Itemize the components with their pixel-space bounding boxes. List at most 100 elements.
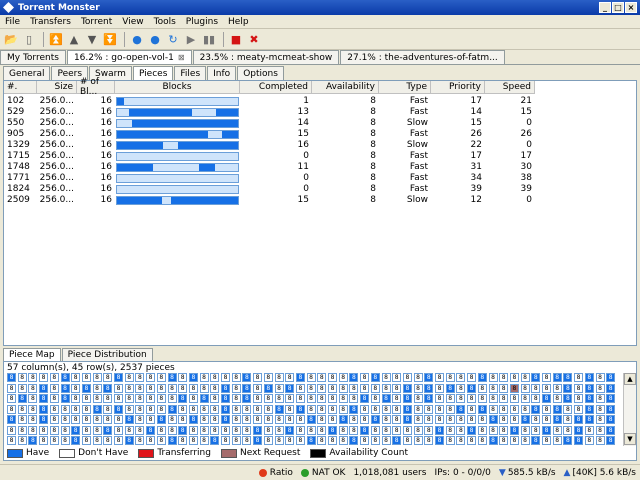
menu-torrent[interactable]: Torrent (76, 17, 117, 27)
menu-help[interactable]: Help (223, 17, 254, 27)
refresh-button[interactable]: ↻ (165, 32, 181, 48)
piece-cell: 8 (338, 394, 348, 403)
menu-tools[interactable]: Tools (149, 17, 181, 27)
column-header-7[interactable]: Priority (431, 81, 485, 94)
queue-down-button[interactable]: ▼ (84, 32, 100, 48)
tab-options[interactable]: Options (237, 66, 284, 80)
piece-cell: 8 (402, 383, 412, 393)
piece-cell: 8 (285, 404, 295, 414)
piece-cell: 8 (135, 404, 145, 414)
close-button[interactable]: × (625, 2, 637, 13)
tab-info[interactable]: Info (207, 66, 237, 80)
column-header-0[interactable]: #. (4, 81, 37, 94)
piece-cell: 8 (71, 436, 81, 445)
minimize-button[interactable]: _ (599, 2, 611, 13)
tab-piece-distribution[interactable]: Piece Distribution (61, 348, 153, 361)
cell-completed: 14 (297, 117, 309, 128)
menu-plugins[interactable]: Plugins (181, 17, 223, 27)
piece-cell: 8 (392, 415, 402, 424)
new-button[interactable]: ▯ (21, 32, 37, 48)
tab-piece-map[interactable]: Piece Map (3, 348, 61, 361)
tab-general[interactable]: General (3, 66, 51, 80)
table-row[interactable]: 550 256.0... 16 14 8 Slow 15 0 (4, 117, 535, 128)
torrent-tab-0[interactable]: My Torrents (0, 50, 66, 64)
start-icon: ● (132, 33, 142, 46)
status-nat[interactable]: NAT OK (300, 468, 345, 478)
table-row[interactable]: 102 256.0... 16 1 8 Fast 17 21 (4, 95, 535, 106)
table-row[interactable]: 1715 256.0... 16 0 8 Fast 17 17 (4, 150, 535, 161)
cell-speed: 0 (526, 194, 532, 205)
piece-cell: 8 (81, 415, 91, 424)
table-row[interactable]: 1824 256.0... 16 0 8 Fast 39 39 (4, 183, 535, 194)
stop-red-button[interactable]: ■ (228, 32, 244, 48)
block-segment-have (177, 141, 238, 149)
cell-completed: 1 (303, 95, 309, 106)
piece-cell: 8 (124, 373, 134, 382)
queue-up-button[interactable]: ▲ (66, 32, 82, 48)
table-row[interactable]: 529 256.0... 16 13 8 Fast 14 15 (4, 106, 535, 117)
cell-priority: 15 (470, 117, 482, 128)
torrent-tab-1[interactable]: 16.2% : go-open-vol-1 ⊠ (66, 50, 192, 64)
piece-map-grid[interactable]: 8888888888888888888888888888888888888888… (7, 373, 619, 446)
piece-cell: 8 (274, 373, 284, 382)
column-header-5[interactable]: Availability (312, 81, 379, 94)
open-button[interactable]: 📂 (3, 32, 19, 48)
table-row[interactable]: 1329 256.0... 16 16 8 Slow 22 0 (4, 139, 535, 150)
scroll-up-button[interactable]: ▲ (624, 373, 636, 385)
scroll-down-button[interactable]: ▼ (624, 433, 636, 445)
torrent-tab-2[interactable]: 23.5% : meaty-mcmeat-show (192, 50, 340, 64)
piece-view-tabs: Piece Map Piece Distribution (3, 348, 154, 361)
stop-button[interactable]: ● (147, 32, 163, 48)
cell-blocks (115, 161, 240, 172)
block-segment-have (117, 141, 163, 149)
menu-view[interactable]: View (117, 17, 148, 27)
table-row[interactable]: 905 256.0... 16 15 8 Fast 26 26 (4, 128, 535, 139)
table-row[interactable]: 2509 256.0... 16 15 8 Slow 12 0 (4, 194, 535, 205)
queue-top-button[interactable]: ⏫ (48, 32, 64, 48)
piece-cell: 8 (402, 373, 412, 382)
torrent-tab-3[interactable]: 27.1% : the-adventures-of-fatm... (340, 50, 505, 64)
tab-pieces[interactable]: Pieces (132, 66, 174, 80)
piece-cell: 8 (477, 373, 487, 382)
table-row[interactable]: 1771 256.0... 16 0 8 Fast 34 38 (4, 172, 535, 183)
piece-cell: 8 (167, 436, 177, 445)
piece-cell: 8 (349, 383, 359, 393)
piece-cell: 8 (574, 404, 584, 414)
status-down[interactable]: ▼ 585.5 kB/s (499, 468, 556, 478)
play-button[interactable]: ▶ (183, 32, 199, 48)
piece-cell: 8 (210, 383, 220, 393)
start-button[interactable]: ● (129, 32, 145, 48)
maximize-button[interactable]: □ (612, 2, 624, 13)
menu-file[interactable]: File (0, 17, 25, 27)
cell-priority: 14 (470, 106, 482, 117)
piece-map-scrollbar[interactable]: ▲ ▼ (623, 373, 636, 446)
status-ratio[interactable]: Ratio (258, 468, 293, 478)
legend-item: Have (7, 448, 49, 458)
piece-cell: 8 (306, 425, 316, 435)
queue-bottom-button[interactable]: ⏬ (102, 32, 118, 48)
column-header-6[interactable]: Type (379, 81, 431, 94)
column-header-4[interactable]: Completed (240, 81, 312, 94)
piece-cell: 8 (338, 383, 348, 393)
open-icon: 📂 (4, 33, 18, 46)
piece-cell: 8 (71, 383, 81, 393)
menu-transfers[interactable]: Transfers (25, 17, 76, 27)
piece-cell: 8 (370, 436, 380, 445)
piece-cell: 8 (456, 436, 466, 445)
status-up[interactable]: ▲ [40K] 5.6 kB/s (564, 468, 636, 478)
column-header-1[interactable]: Size (37, 81, 77, 94)
piece-cell: 8 (253, 415, 263, 424)
piece-cell: 8 (574, 425, 584, 435)
play-icon: ▶ (186, 33, 196, 46)
piece-cell: 8 (381, 436, 391, 445)
table-row[interactable]: 1748 256.0... 16 11 8 Fast 31 30 (4, 161, 535, 172)
remove-button[interactable]: ✖ (246, 32, 262, 48)
cell-size: 256.0... (39, 172, 74, 183)
tab-files[interactable]: Files (174, 66, 207, 80)
piece-cell: 8 (499, 394, 509, 403)
column-header-8[interactable]: Speed (485, 81, 535, 94)
column-header-2[interactable]: # of Bl... (77, 77, 115, 97)
pause-button[interactable]: ▮▮ (201, 32, 217, 48)
column-header-3[interactable]: Blocks (115, 81, 240, 94)
close-tab-icon[interactable]: ⊠ (178, 53, 185, 62)
